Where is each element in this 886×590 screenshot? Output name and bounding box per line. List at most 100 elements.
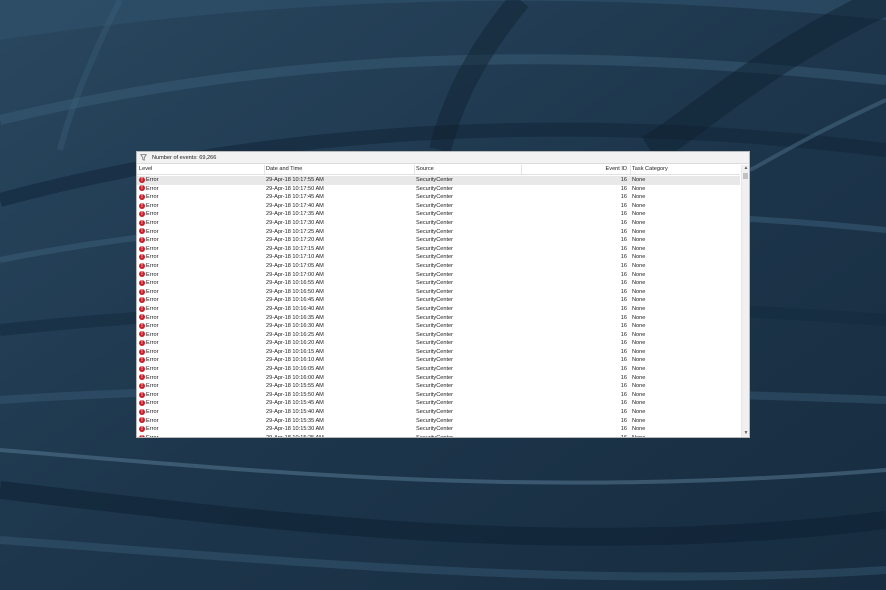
error-icon: ! xyxy=(139,305,145,312)
event-id-cell: 16 xyxy=(620,202,627,209)
table-row[interactable]: ! Error 29-Apr-18 10:17:50 AM SecurityCente… xyxy=(137,185,740,194)
task-category-cell: None xyxy=(632,417,646,424)
event-id-cell: 16 xyxy=(620,391,627,398)
level-cell: !Error xyxy=(139,210,259,219)
table-row[interactable]: ! Error 29-Apr-18 10:16:20 AM SecurityCente… xyxy=(137,339,740,348)
task-category-cell: None xyxy=(632,391,646,398)
level-cell: !Error xyxy=(139,382,259,391)
table-row[interactable]: ! Error 29-Apr-18 10:17:25 AM SecurityCente… xyxy=(137,228,740,237)
level-cell: !Error xyxy=(139,305,259,314)
table-row[interactable]: ! Error 29-Apr-18 10:17:00 AM SecurityCente… xyxy=(137,271,740,280)
task-category-cell: None xyxy=(632,331,646,338)
event-id-cell: 16 xyxy=(620,280,627,287)
level-text: Error xyxy=(146,288,159,295)
level-text: Error xyxy=(146,297,159,304)
table-row[interactable]: ! Error 29-Apr-18 10:17:40 AM SecurityCente… xyxy=(137,202,740,211)
column-date[interactable]: Date and Time xyxy=(266,165,414,174)
table-row[interactable]: ! Error 29-Apr-18 10:16:25 AM SecurityCente… xyxy=(137,331,740,340)
table-row[interactable]: ! Error 29-Apr-18 10:17:20 AM SecurityCente… xyxy=(137,236,740,245)
source-cell: SecurityCenter xyxy=(416,314,453,321)
event-id-cell: 16 xyxy=(620,185,627,192)
column-divider[interactable] xyxy=(521,165,522,174)
event-viewer-panel: Number of events: 69,266 Level Date and … xyxy=(136,151,750,438)
table-row[interactable]: ! Error 29-Apr-18 10:17:35 AM SecurityCente… xyxy=(137,210,740,219)
event-id-cell: 16 xyxy=(620,271,627,278)
table-row[interactable]: ! Error 29-Apr-18 10:16:05 AM SecurityCente… xyxy=(137,365,740,374)
date-cell: 29-Apr-18 10:17:25 AM xyxy=(266,228,324,235)
date-cell: 29-Apr-18 10:16:05 AM xyxy=(266,366,324,373)
error-icon: ! xyxy=(139,365,145,372)
column-source[interactable]: Source xyxy=(416,165,520,174)
error-icon: ! xyxy=(139,271,145,278)
level-cell: !Error xyxy=(139,399,259,408)
task-category-cell: None xyxy=(632,280,646,287)
error-icon: ! xyxy=(139,193,145,200)
table-row[interactable]: !Error 29-Apr-18 10:15:25 AM SecurityCente… xyxy=(137,434,740,437)
date-cell: 29-Apr-18 10:17:40 AM xyxy=(266,202,324,209)
table-row[interactable]: ! Error 29-Apr-18 10:15:30 AM SecurityCente… xyxy=(137,425,740,434)
task-category-cell: None xyxy=(632,194,646,201)
error-icon: ! xyxy=(139,391,145,398)
date-cell: 29-Apr-18 10:17:55 AM xyxy=(266,177,324,183)
table-row[interactable]: ! Error 29-Apr-18 10:17:15 AM SecurityCente… xyxy=(137,245,740,254)
table-row[interactable]: ! Error 29-Apr-18 10:15:45 AM SecurityCente… xyxy=(137,399,740,408)
source-cell: SecurityCenter xyxy=(416,245,453,252)
date-cell: 29-Apr-18 10:15:35 AM xyxy=(266,417,324,424)
table-row[interactable]: ! Error 29-Apr-18 10:17:45 AM SecurityCente… xyxy=(137,193,740,202)
table-row[interactable]: ! Error 29-Apr-18 10:17:10 AM SecurityCente… xyxy=(137,253,740,262)
task-category-cell: None xyxy=(632,348,646,355)
column-divider[interactable] xyxy=(414,165,415,174)
table-row[interactable]: ! Error 29-Apr-18 10:16:45 AM SecurityCente… xyxy=(137,296,740,305)
level-cell: !Error xyxy=(139,176,259,185)
table-row[interactable]: ! Error 29-Apr-18 10:16:30 AM SecurityCente… xyxy=(137,322,740,331)
table-row[interactable]: ! Error 29-Apr-18 10:17:05 AM SecurityCente… xyxy=(137,262,740,271)
table-row[interactable]: ! Error 29-Apr-18 10:15:35 AM SecurityCente… xyxy=(137,417,740,426)
source-cell: SecurityCenter xyxy=(416,202,453,209)
level-cell: !Error xyxy=(139,425,259,434)
level-cell: !Error xyxy=(139,236,259,245)
task-category-cell: None xyxy=(632,323,646,330)
table-row[interactable]: ! Error 29-Apr-18 10:17:55 AM SecurityCente… xyxy=(137,176,740,185)
table-row[interactable]: ! Error 29-Apr-18 10:16:15 AM SecurityCente… xyxy=(137,348,740,357)
event-count-label: Number of events: 69,266 xyxy=(152,155,217,161)
date-cell: 29-Apr-18 10:15:30 AM xyxy=(266,426,324,433)
task-category-cell: None xyxy=(632,314,646,321)
scroll-up-icon[interactable]: ▲ xyxy=(742,165,749,172)
scroll-down-icon[interactable]: ▼ xyxy=(742,430,749,437)
error-icon: ! xyxy=(139,211,145,218)
source-cell: SecurityCenter xyxy=(416,280,453,287)
vertical-scrollbar[interactable]: ▲ ▼ xyxy=(741,165,749,437)
table-row[interactable]: ! Error 29-Apr-18 10:16:55 AM SecurityCente… xyxy=(137,279,740,288)
error-icon: ! xyxy=(139,322,145,329)
task-category-cell: None xyxy=(632,211,646,218)
filter-icon[interactable] xyxy=(140,154,147,161)
level-cell: !Error xyxy=(139,331,259,340)
scroll-thumb[interactable] xyxy=(743,173,748,179)
event-id-cell: 16 xyxy=(620,219,627,226)
error-icon: ! xyxy=(139,434,145,437)
table-row[interactable]: ! Error 29-Apr-18 10:15:50 AM SecurityCente… xyxy=(137,391,740,400)
table-row[interactable]: ! Error 29-Apr-18 10:16:50 AM SecurityCente… xyxy=(137,288,740,297)
table-row[interactable]: ! Error 29-Apr-18 10:16:40 AM SecurityCente… xyxy=(137,305,740,314)
level-text: Error xyxy=(146,323,159,330)
column-divider[interactable] xyxy=(264,165,265,174)
source-cell: SecurityCenter xyxy=(416,340,453,347)
column-task-category[interactable]: Task Category xyxy=(632,165,732,174)
table-row[interactable]: ! Error 29-Apr-18 10:15:40 AM SecurityCente… xyxy=(137,408,740,417)
level-text: Error xyxy=(146,228,159,235)
date-cell: 29-Apr-18 10:15:25 AM xyxy=(266,434,406,437)
source-cell: SecurityCenter xyxy=(416,177,453,183)
column-divider[interactable] xyxy=(630,165,631,174)
level-text: Error xyxy=(146,185,159,192)
column-event-id[interactable]: Event ID xyxy=(577,165,627,174)
table-row[interactable]: ! Error 29-Apr-18 10:16:10 AM SecurityCente… xyxy=(137,356,740,365)
column-level[interactable]: Level xyxy=(139,165,264,174)
table-row[interactable]: ! Error 29-Apr-18 10:17:30 AM SecurityCente… xyxy=(137,219,740,228)
table-row[interactable]: ! Error 29-Apr-18 10:16:00 AM SecurityCente… xyxy=(137,374,740,383)
table-row[interactable]: ! Error 29-Apr-18 10:15:55 AM SecurityCente… xyxy=(137,382,740,391)
table-row[interactable]: ! Error 29-Apr-18 10:16:35 AM SecurityCente… xyxy=(137,314,740,323)
level-text: Error xyxy=(146,383,159,390)
source-cell: SecurityCenter xyxy=(416,391,453,398)
level-text: Error xyxy=(146,237,159,244)
level-text: Error xyxy=(146,374,159,381)
